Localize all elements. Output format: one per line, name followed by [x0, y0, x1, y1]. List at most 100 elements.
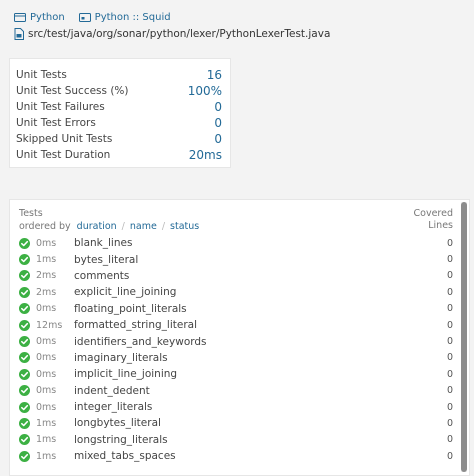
- success-check-icon: [19, 417, 30, 429]
- success-check-icon: [19, 319, 30, 331]
- measure-value[interactable]: 100%: [188, 84, 222, 98]
- sort-by-status-link[interactable]: status: [170, 221, 199, 233]
- test-file-icon: [14, 28, 24, 40]
- test-row[interactable]: 1ms longstring_literals 0: [19, 432, 453, 448]
- success-check-icon: [19, 401, 30, 413]
- test-name[interactable]: formatted_string_literal: [74, 319, 433, 331]
- sort-by-name-link[interactable]: name: [130, 221, 157, 233]
- measure-label: Unit Test Errors: [16, 117, 96, 129]
- scrollbar-thumb[interactable]: [461, 202, 467, 472]
- test-row[interactable]: 0ms integer_literals 0: [19, 399, 453, 415]
- test-covered-lines: 0: [446, 385, 453, 397]
- test-row[interactable]: 0ms identifiers_and_keywords 0: [19, 333, 453, 349]
- measure-value[interactable]: 20ms: [189, 148, 222, 162]
- test-name[interactable]: implicit_line_joining: [74, 368, 433, 380]
- test-row[interactable]: 1ms bytes_literal 0: [19, 251, 453, 267]
- test-name[interactable]: indent_dedent: [74, 385, 433, 397]
- test-covered-lines: 0: [446, 254, 453, 266]
- tests-scrollbar[interactable]: [461, 202, 467, 472]
- test-name[interactable]: longbytes_literal: [74, 417, 433, 429]
- test-measures-panel: Unit Tests 16 Unit Test Success (%) 100%…: [9, 58, 231, 168]
- test-duration: 2ms: [36, 270, 57, 282]
- file-path-text: src/test/java/org/sonar/python/lexer/Pyt…: [28, 28, 331, 40]
- measure-duration: Unit Test Duration 20ms: [16, 147, 222, 163]
- breadcrumb-label: Python: [30, 11, 65, 23]
- success-check-icon: [19, 237, 30, 249]
- file-header: Python Python :: Squid src/test/java/org…: [14, 9, 466, 41]
- test-row[interactable]: 2ms comments 0: [19, 268, 453, 284]
- measure-failures: Unit Test Failures 0: [16, 99, 222, 115]
- test-row[interactable]: 12ms formatted_string_literal 0: [19, 317, 453, 333]
- test-duration: 12ms: [36, 319, 63, 331]
- test-covered-lines: 0: [446, 450, 453, 462]
- test-row[interactable]: 0ms floating_point_literals 0: [19, 301, 453, 317]
- test-row[interactable]: 2ms explicit_line_joining 0: [19, 284, 453, 300]
- test-duration: 0ms: [36, 368, 57, 380]
- success-check-icon: [19, 450, 30, 462]
- test-row[interactable]: 1ms longbytes_literal 0: [19, 415, 453, 431]
- tests-title: Tests: [19, 208, 43, 219]
- test-name[interactable]: explicit_line_joining: [74, 286, 433, 298]
- measure-skipped: Skipped Unit Tests 0: [16, 131, 222, 147]
- test-duration: 0ms: [36, 336, 57, 348]
- test-row[interactable]: 0ms indent_dedent 0: [19, 383, 453, 399]
- test-covered-lines: 0: [446, 368, 453, 380]
- test-name[interactable]: identifiers_and_keywords: [74, 336, 433, 348]
- test-duration: 1ms: [36, 450, 57, 462]
- measure-value[interactable]: 0: [214, 132, 222, 146]
- test-name[interactable]: floating_point_literals: [74, 303, 433, 315]
- breadcrumb-label: Python :: Squid: [94, 11, 171, 23]
- test-name[interactable]: comments: [74, 270, 433, 282]
- test-covered-lines: 0: [446, 336, 453, 348]
- success-check-icon: [19, 336, 30, 348]
- test-duration: 0ms: [36, 303, 57, 315]
- test-name[interactable]: imaginary_literals: [74, 352, 433, 364]
- test-duration: 0ms: [36, 237, 57, 249]
- measure-label: Unit Test Failures: [16, 101, 105, 113]
- test-covered-lines: 0: [446, 303, 453, 315]
- test-row[interactable]: 0ms implicit_line_joining 0: [19, 366, 453, 382]
- tests-panel: Tests ordered by duration / name / statu…: [9, 199, 470, 476]
- measure-label: Skipped Unit Tests: [16, 133, 113, 145]
- test-covered-lines: 0: [446, 319, 453, 331]
- test-duration: 1ms: [36, 434, 57, 446]
- test-row[interactable]: 0ms imaginary_literals 0: [19, 350, 453, 366]
- sort-separator: /: [121, 221, 125, 232]
- breadcrumb-item-module[interactable]: Python :: Squid: [78, 11, 171, 23]
- success-check-icon: [19, 286, 30, 298]
- measure-errors: Unit Test Errors 0: [16, 115, 222, 131]
- test-duration: 1ms: [36, 417, 57, 429]
- test-covered-lines: 0: [446, 352, 453, 364]
- test-name[interactable]: integer_literals: [74, 401, 433, 413]
- test-covered-lines: 0: [446, 286, 453, 298]
- test-name[interactable]: bytes_literal: [74, 254, 433, 266]
- test-row[interactable]: 0ms blank_lines 0: [19, 235, 453, 251]
- test-list: 0ms blank_lines 0 1ms bytes_literal 0 2ms comme…: [19, 235, 453, 464]
- measure-success: Unit Test Success (%) 100%: [16, 83, 222, 99]
- success-check-icon: [19, 434, 30, 446]
- test-name[interactable]: blank_lines: [74, 237, 433, 249]
- success-check-icon: [19, 270, 30, 282]
- test-name[interactable]: longstring_literals: [74, 434, 433, 446]
- breadcrumb-item-project[interactable]: Python: [14, 12, 65, 23]
- sort-separator: /: [161, 221, 166, 232]
- test-covered-lines: 0: [446, 270, 453, 282]
- breadcrumb: Python Python :: Squid: [14, 9, 466, 25]
- success-check-icon: [19, 303, 30, 315]
- measure-value[interactable]: 0: [214, 100, 222, 114]
- measure-label: Unit Test Success (%): [16, 85, 129, 97]
- success-check-icon: [19, 352, 30, 364]
- covered-label: Covered: [413, 208, 453, 219]
- success-check-icon: [19, 368, 30, 380]
- module-icon: [78, 12, 91, 23]
- covered-lines-header: Covered Lines: [414, 208, 453, 232]
- project-icon: [14, 12, 26, 23]
- test-row[interactable]: 1ms mixed_tabs_spaces 0: [19, 448, 453, 464]
- measure-value[interactable]: 0: [214, 116, 222, 130]
- test-name[interactable]: mixed_tabs_spaces: [74, 450, 433, 462]
- test-covered-lines: 0: [446, 237, 453, 249]
- success-check-icon: [19, 254, 30, 266]
- measure-label: Unit Tests: [16, 69, 67, 81]
- sort-by-duration-link[interactable]: duration: [77, 221, 117, 233]
- measure-value[interactable]: 16: [207, 68, 222, 82]
